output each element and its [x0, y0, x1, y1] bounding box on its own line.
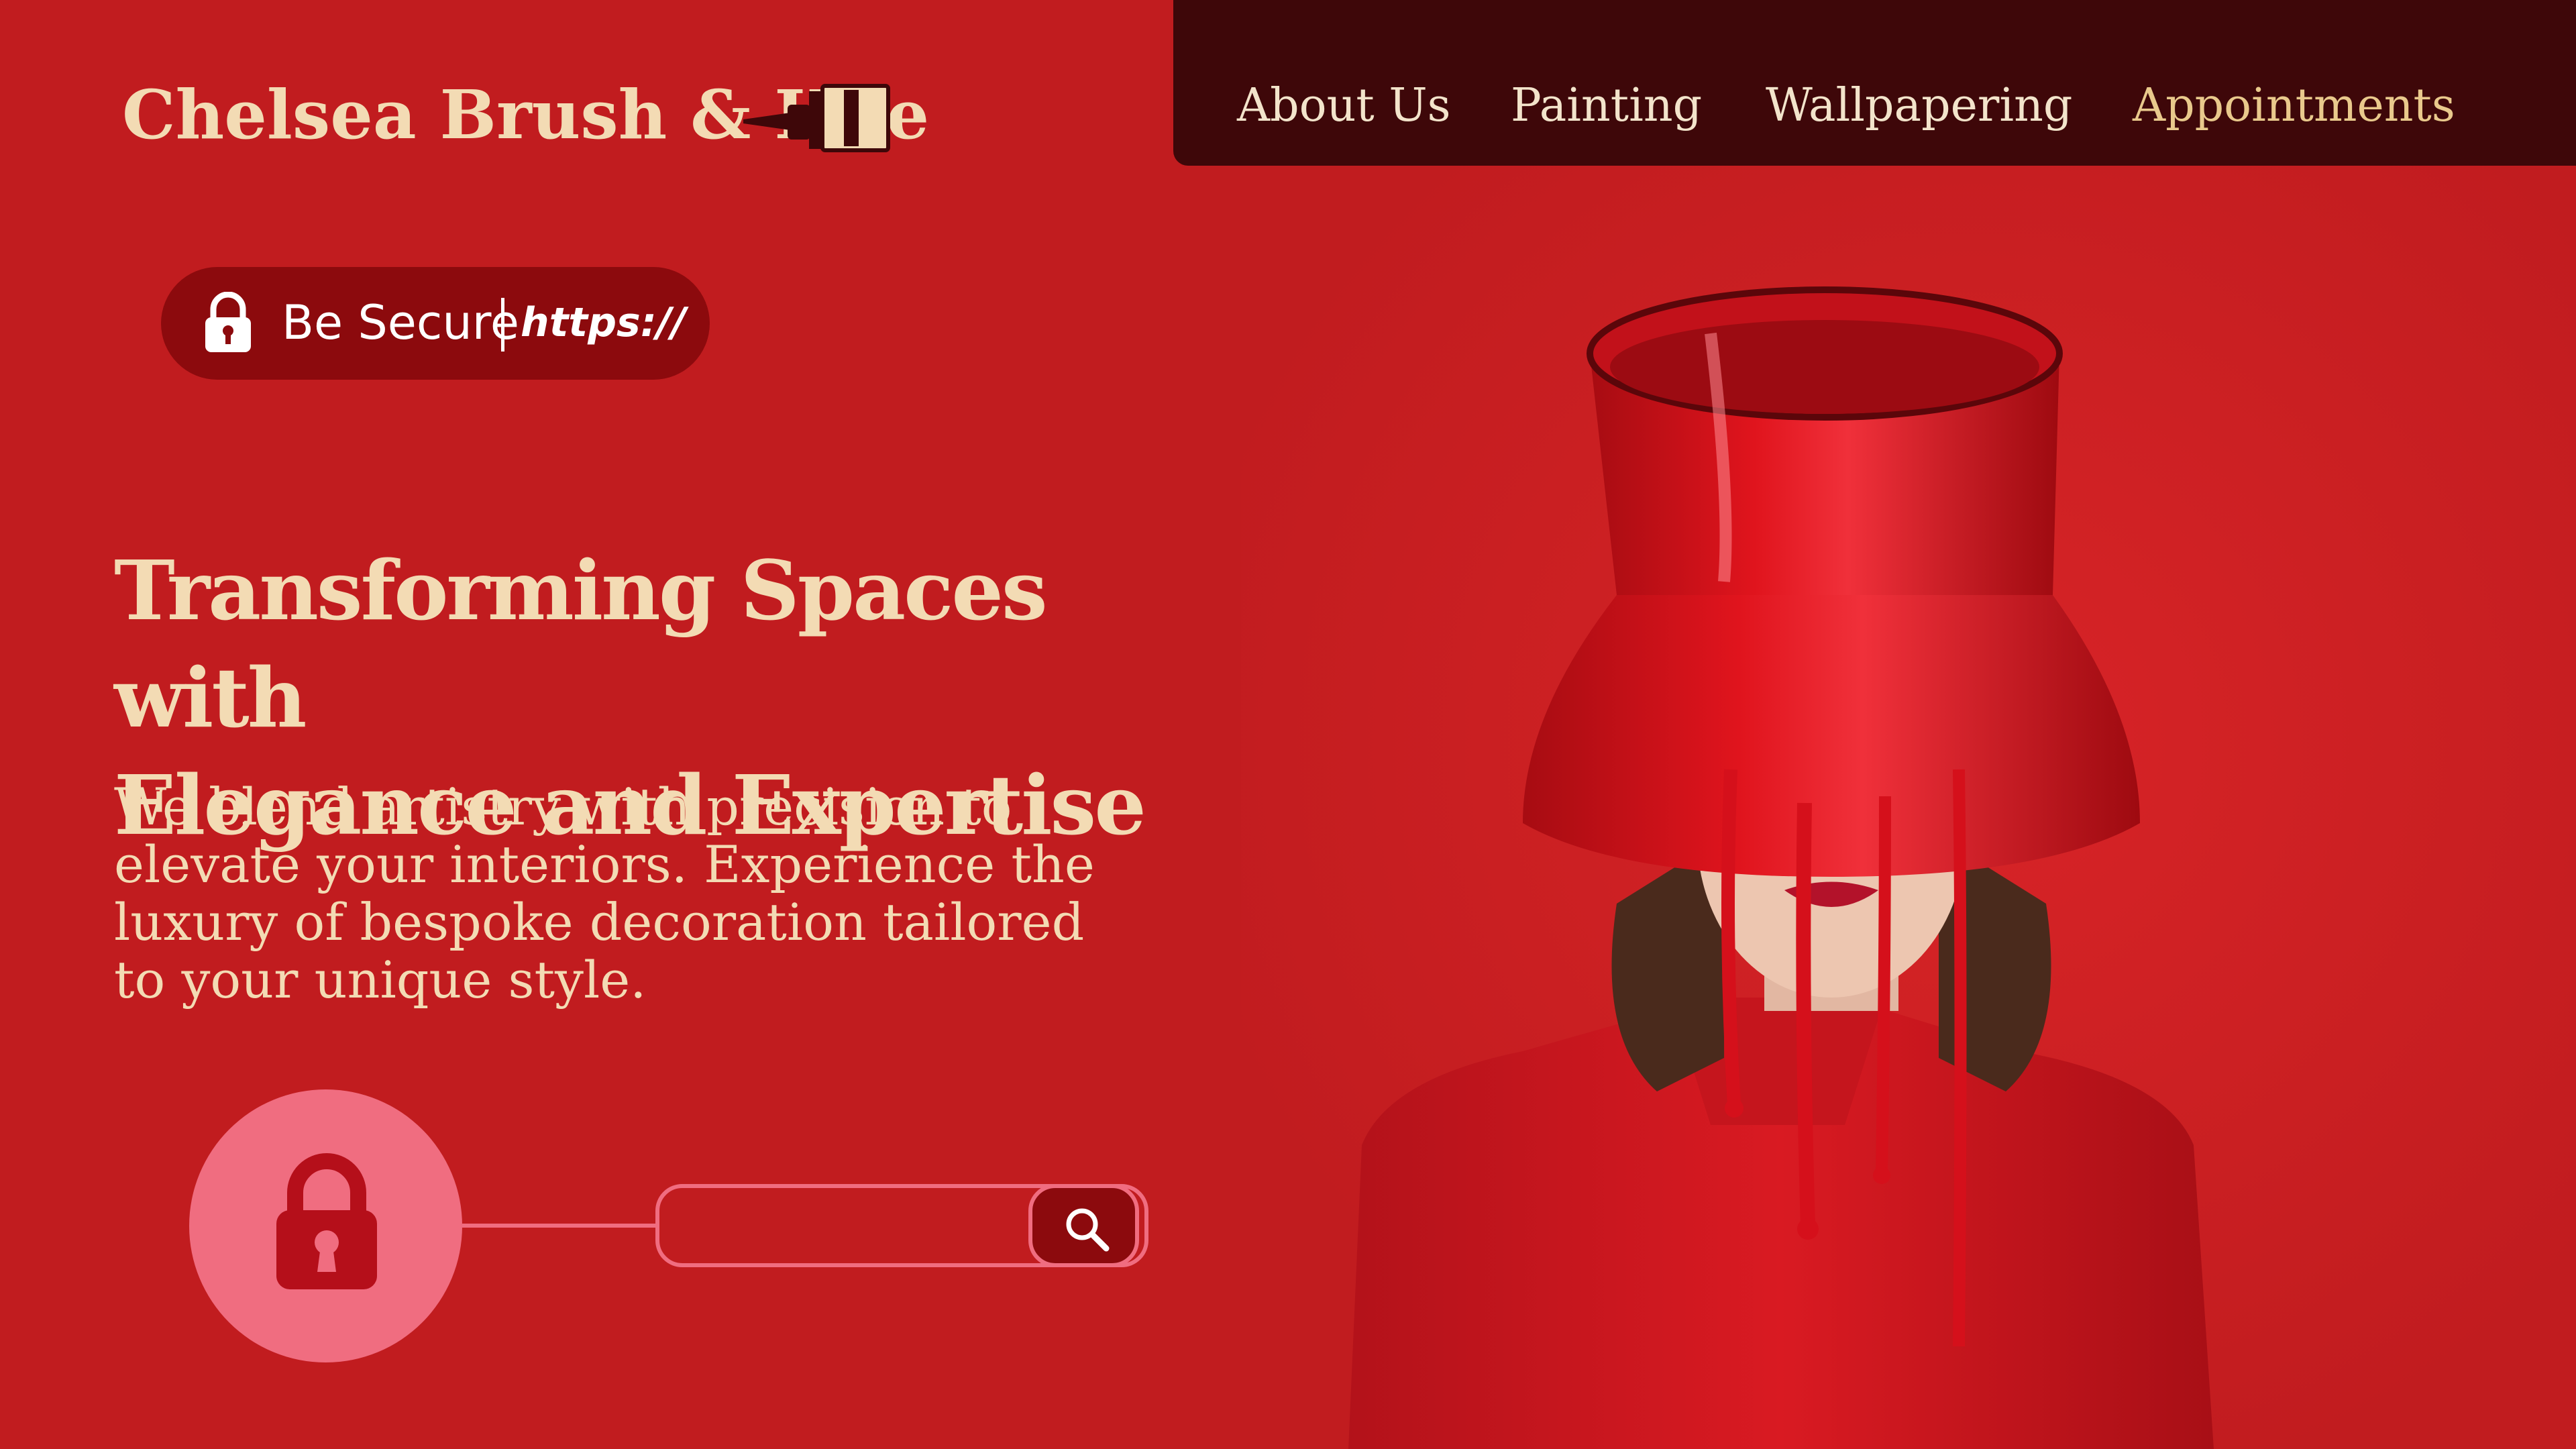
hero-photo [1241, 166, 2576, 1449]
paintbrush-icon [743, 84, 890, 152]
secure-badge-protocol: https:// [521, 299, 686, 346]
hero-title-line-1: Transforming Spaces with [114, 542, 1048, 746]
magnifier-icon [1066, 1208, 1110, 1252]
nav-item-wallpapering[interactable]: Wallpapering [1766, 79, 2072, 132]
padlock-badge [189, 1089, 462, 1362]
hero-description: We blend artistry with precision to elev… [114, 777, 1095, 1010]
lock-icon [205, 292, 251, 352]
search-input[interactable] [673, 1200, 1018, 1252]
nav-item-painting[interactable]: Painting [1511, 79, 1702, 132]
search-bar [655, 1184, 1148, 1267]
nav-item-about-us[interactable]: About Us [1237, 79, 1451, 132]
padlock-icon [276, 1153, 377, 1289]
top-navigation: About Us Painting Wallpapering Appointme… [1173, 0, 2576, 166]
secure-badge-divider [501, 298, 504, 352]
lock-search-connector [462, 1224, 655, 1228]
nav-item-appointments[interactable]: Appointments [2133, 79, 2455, 132]
search-button[interactable] [1028, 1184, 1139, 1267]
secure-badge: Be Secure https:// [161, 267, 710, 380]
secure-badge-label: Be Secure [282, 295, 519, 350]
